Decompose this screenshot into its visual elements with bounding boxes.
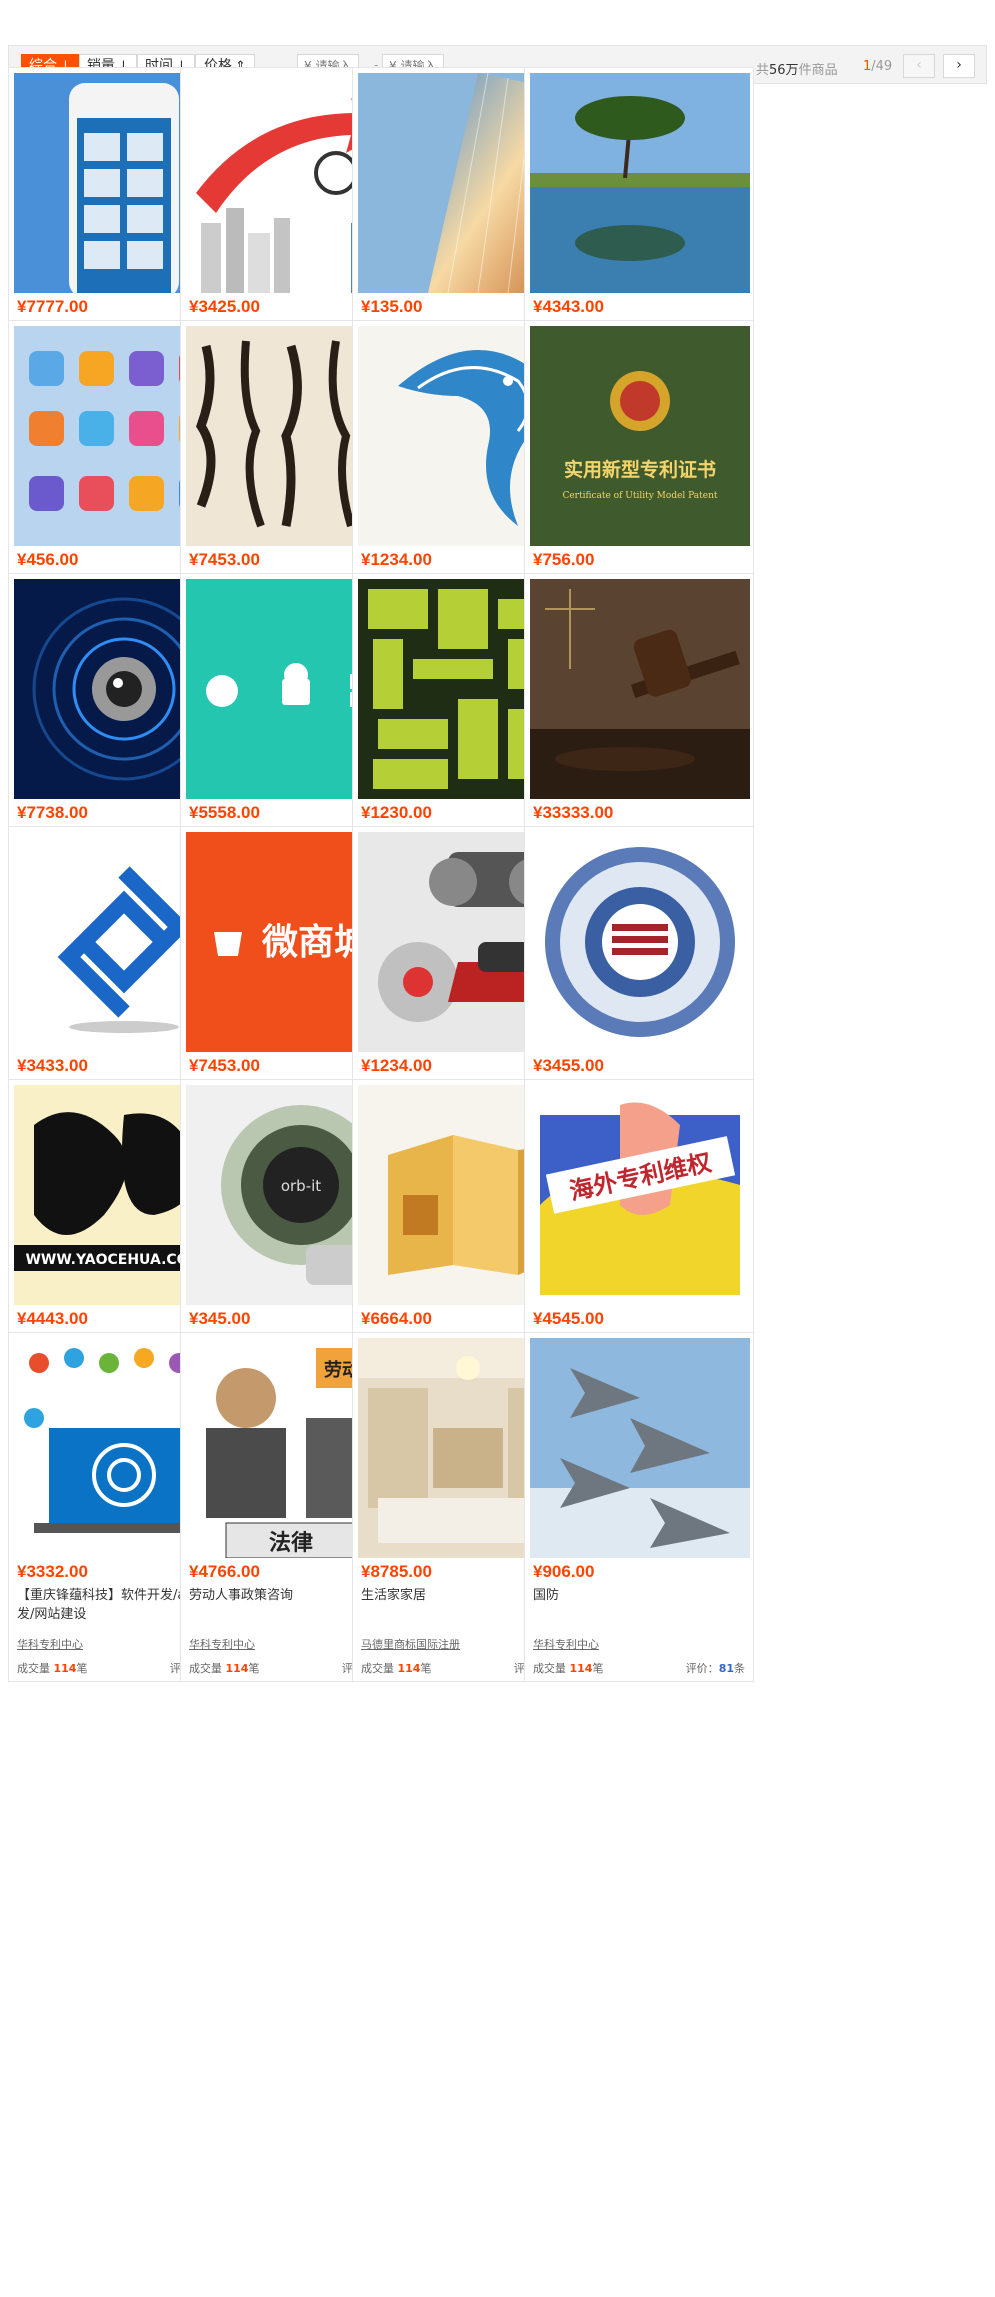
chevron-left-icon: ‹ <box>916 57 922 73</box>
product-image[interactable] <box>530 832 750 1052</box>
product-price: ¥135.00 <box>361 297 423 316</box>
product-price: ¥1234.00 <box>361 1056 432 1075</box>
product-image[interactable]: 实用新型专利证书 Certificate of Utility Model Pat… <box>530 326 750 546</box>
product-price: ¥4343.00 <box>533 297 604 316</box>
product-price: ¥5558.00 <box>189 803 260 822</box>
product-card[interactable]: ¥906.00 国防华科专利中心 成交量 114笔 评价：81条 <box>524 1332 754 1682</box>
chevron-right-icon: › <box>956 57 962 73</box>
gavel <box>530 579 750 799</box>
sales-count: 成交量 114笔 <box>17 1662 88 1675</box>
product-price: ¥7777.00 <box>17 297 88 316</box>
product-image[interactable] <box>530 579 750 799</box>
product-price: ¥4545.00 <box>533 1309 604 1328</box>
orb-logo-text: orb-it <box>281 1177 321 1195</box>
product-price: ¥906.00 <box>533 1562 595 1581</box>
prev-page-button[interactable]: ‹ <box>903 54 935 78</box>
product-image[interactable] <box>530 1338 750 1558</box>
yaocehua-url: WWW.YAOCEHUA.COM <box>25 1252 202 1268</box>
patent-certificate: 实用新型专利证书 Certificate of Utility Model Pat… <box>530 326 750 546</box>
sales-count: 成交量 114笔 <box>361 1662 432 1675</box>
shop-name-link[interactable]: 马德里商标国际注册 <box>361 1636 460 1652</box>
product-price: ¥7738.00 <box>17 803 88 822</box>
tree-lake-photo <box>530 73 750 293</box>
page-indicator: 1/49 <box>863 59 893 74</box>
product-title-link[interactable]: 国防 <box>533 1586 747 1626</box>
product-price: ¥7453.00 <box>189 550 260 569</box>
product-image[interactable]: 海外专利维权 <box>530 1085 750 1305</box>
shop-name-link[interactable]: 华科专利中心 <box>533 1636 599 1652</box>
fighter-jets <box>530 1338 750 1558</box>
product-price: ¥4766.00 <box>189 1562 260 1581</box>
product-price: ¥7453.00 <box>189 1056 260 1075</box>
shop-name-link[interactable]: 华科专利中心 <box>189 1636 255 1652</box>
law-sign: 法律 <box>269 1530 313 1556</box>
product-price: ¥8785.00 <box>361 1562 432 1581</box>
product-price: ¥456.00 <box>17 550 79 569</box>
review-count: 评价：81条 <box>685 1662 745 1675</box>
product-price: ¥345.00 <box>189 1309 251 1328</box>
service-wheel <box>530 832 750 1052</box>
product-price: ¥756.00 <box>533 550 595 569</box>
sales-count: 成交量 114笔 <box>189 1662 260 1675</box>
shop-name-link[interactable]: 华科专利中心 <box>17 1636 83 1652</box>
product-price: ¥3433.00 <box>17 1056 88 1075</box>
product-price: ¥33333.00 <box>533 803 614 822</box>
product-price: ¥1230.00 <box>361 803 432 822</box>
product-price: ¥3425.00 <box>189 297 260 316</box>
overseas-patent: 海外专利维权 <box>530 1085 750 1305</box>
product-price: ¥1234.00 <box>361 550 432 569</box>
product-image[interactable] <box>530 73 750 293</box>
sales-count: 成交量 114笔 <box>533 1662 604 1675</box>
product-price: ¥4443.00 <box>17 1309 88 1328</box>
next-page-button[interactable]: › <box>943 54 975 78</box>
total-count: 共56万件商品 <box>756 63 838 78</box>
product-price: ¥6664.00 <box>361 1309 432 1328</box>
product-price: ¥3455.00 <box>533 1056 604 1075</box>
cert-title: 实用新型专利证书 <box>564 458 716 481</box>
product-price: ¥3332.00 <box>17 1562 88 1581</box>
cert-subtitle: Certificate of Utility Model Patent <box>562 491 717 501</box>
